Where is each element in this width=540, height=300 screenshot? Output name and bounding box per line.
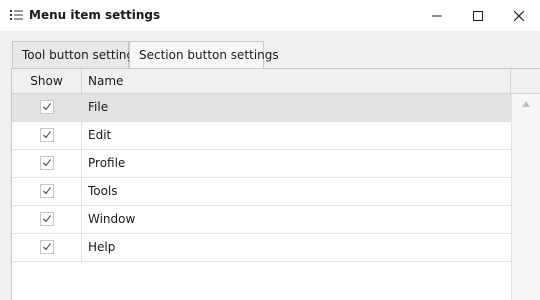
maximize-button[interactable] — [457, 0, 499, 31]
show-checkbox[interactable] — [40, 156, 54, 170]
name-cell: Edit — [88, 128, 112, 142]
grid-header: Show Name — [12, 69, 540, 94]
check-icon — [43, 215, 51, 223]
check-icon — [43, 131, 51, 139]
tab-tool-button-settings[interactable]: Tool button settings — [12, 41, 140, 69]
show-cell — [12, 178, 82, 205]
show-cell — [12, 122, 82, 149]
check-icon — [43, 243, 51, 251]
close-icon — [514, 10, 524, 21]
table-row[interactable]: Window — [12, 206, 511, 234]
minimize-button[interactable] — [416, 0, 458, 31]
check-icon — [43, 103, 51, 111]
name-cell: File — [88, 100, 109, 114]
list-settings-icon — [10, 9, 23, 21]
check-icon — [43, 159, 51, 167]
table-row[interactable]: File — [12, 94, 511, 122]
table-row[interactable]: Profile — [12, 150, 511, 178]
show-checkbox[interactable] — [40, 212, 54, 226]
name-cell: Window — [88, 212, 136, 226]
vertical-scrollbar[interactable] — [511, 94, 540, 300]
show-cell — [12, 206, 82, 233]
menu-items-grid: Show Name File Edit Profile Tools Window… — [11, 68, 540, 300]
tab-section-button-settings[interactable]: Section button settings — [129, 41, 279, 69]
column-header-name[interactable]: Name — [82, 69, 511, 94]
window-title: Menu item settings — [29, 8, 161, 22]
show-checkbox[interactable] — [40, 100, 54, 114]
table-row[interactable]: Edit — [12, 122, 511, 150]
show-cell — [12, 234, 82, 261]
table-row[interactable]: Help — [12, 234, 511, 262]
table-row[interactable]: Tools — [12, 178, 511, 206]
grid-rows: File Edit Profile Tools Window Help — [12, 94, 511, 262]
name-cell: Help — [88, 240, 116, 254]
name-cell: Profile — [88, 156, 126, 170]
check-icon — [43, 187, 51, 195]
maximize-icon — [473, 10, 483, 21]
show-checkbox[interactable] — [40, 128, 54, 142]
minimize-icon — [432, 15, 442, 16]
close-button[interactable] — [498, 0, 540, 31]
show-checkbox[interactable] — [40, 240, 54, 254]
show-checkbox[interactable] — [40, 184, 54, 198]
title-bar: Menu item settings — [0, 0, 540, 31]
name-cell: Tools — [88, 184, 118, 198]
scroll-up-button[interactable] — [512, 97, 540, 111]
show-cell — [12, 94, 82, 121]
triangle-up-icon — [522, 101, 530, 107]
column-header-show[interactable]: Show — [12, 69, 82, 94]
show-cell — [12, 150, 82, 177]
